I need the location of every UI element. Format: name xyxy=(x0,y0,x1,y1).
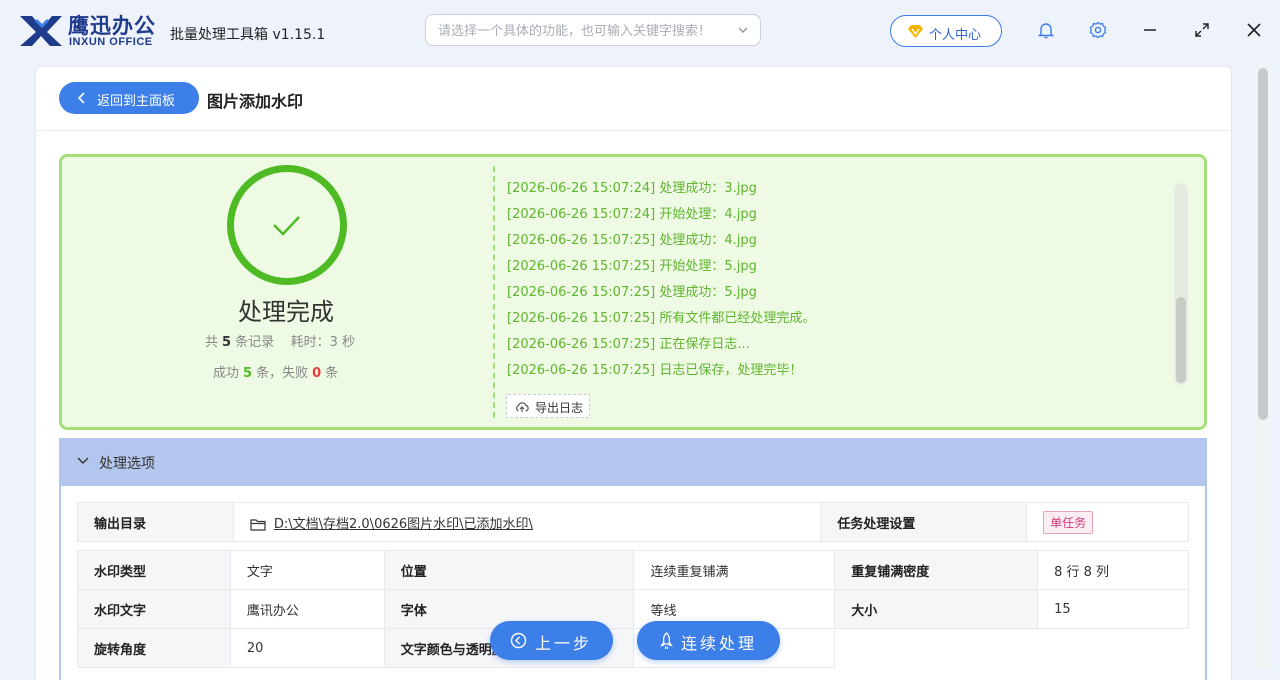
output-dir-label: 输出目录 xyxy=(77,502,234,542)
log-line: [2026-06-26 15:07:25] 处理成功：5.jpg xyxy=(507,285,757,300)
brand-subtitle: INXUN OFFICE xyxy=(69,36,153,48)
success-prefix: 成功 xyxy=(213,366,240,381)
settings-value: 15 xyxy=(1037,589,1189,629)
settings-key: 旋转角度 xyxy=(77,628,231,668)
settings-key: 水印类型 xyxy=(77,550,231,590)
log-line: [2026-06-26 15:07:25] 开始处理：5.jpg xyxy=(507,259,757,274)
settings-key: 大小 xyxy=(834,589,1039,629)
task-setting-cell: 单任务 xyxy=(1026,502,1189,542)
settings-value: 鹰讯办公 xyxy=(229,589,385,629)
record-summary: 共 5 条记录 耗时：3 秒 xyxy=(205,331,355,350)
search-input[interactable] xyxy=(438,21,728,41)
result-divider xyxy=(493,166,495,418)
task-mode-badge: 单任务 xyxy=(1043,510,1094,534)
search-box[interactable] xyxy=(425,14,761,46)
back-label: 返回到主面板 xyxy=(97,94,176,109)
previous-step-button[interactable]: 上一步 xyxy=(490,621,613,660)
user-center-label: 个人中心 xyxy=(929,28,982,43)
back-to-main-button[interactable]: 返回到主面板 xyxy=(59,82,199,114)
output-dir-cell: D:\文档\存档2.0\0626图片水印\已添加水印\ xyxy=(232,502,822,542)
settings-value: 连续重复铺满 xyxy=(633,550,836,590)
log-list: [2026-06-26 15:07:24] 处理成功：3.jpg [2026-0… xyxy=(507,179,1167,387)
task-setting-label: 任务处理设置 xyxy=(820,502,1028,542)
settings-key: 重复铺满密度 xyxy=(834,550,1039,590)
folder-icon xyxy=(250,518,266,531)
log-line: [2026-06-26 15:07:24] 开始处理：4.jpg xyxy=(507,207,757,222)
table-row: 水印文字 鹰讯办公 字体 等线 大小 15 xyxy=(77,589,1189,629)
log-scrollbar[interactable] xyxy=(1174,183,1188,385)
output-dir-link[interactable]: D:\文档\存档2.0\0626图片水印\已添加水印\ xyxy=(274,517,533,532)
table-row: 输出目录 D:\文档\存档2.0\0626图片水印\已添加水印\ 任务处理设置 … xyxy=(77,502,1189,542)
output-settings-table: 输出目录 D:\文档\存档2.0\0626图片水印\已添加水印\ 任务处理设置 … xyxy=(77,502,1189,542)
status-text: 处理完成 xyxy=(238,298,334,326)
minimize-icon[interactable] xyxy=(1140,20,1160,40)
export-log-label: 导出日志 xyxy=(535,401,584,415)
log-line: [2026-06-26 15:07:24] 处理成功：3.jpg xyxy=(507,181,757,196)
continue-processing-button[interactable]: 连续处理 xyxy=(637,621,780,660)
page-title: 图片添加水印 xyxy=(207,92,304,111)
header-divider xyxy=(36,130,1231,131)
log-scrollbar-thumb[interactable] xyxy=(1176,297,1186,383)
diamond-icon xyxy=(908,25,923,38)
settings-value: 8 行 8 列 xyxy=(1037,550,1189,590)
log-line: [2026-06-26 15:07:25] 正在保存日志... xyxy=(507,337,750,352)
title-bar: 鹰迅办公 INXUN OFFICE 批量处理工具箱 v1.15.1 个人中心 xyxy=(0,0,1280,60)
chevron-left-icon xyxy=(77,92,85,104)
clock-back-icon xyxy=(510,632,527,649)
chevron-down-icon xyxy=(77,457,89,464)
settings-key xyxy=(835,629,1038,668)
page-scrollbar-thumb[interactable] xyxy=(1258,68,1268,420)
settings-value: 20 xyxy=(229,628,385,668)
app-logo-icon xyxy=(20,16,62,46)
rocket-icon xyxy=(660,632,673,649)
total-count: 5 xyxy=(222,335,232,350)
table-row: 旋转角度 20 文字颜色与透明度 xyxy=(77,628,1189,668)
options-section-label: 处理选项 xyxy=(99,456,155,472)
gear-icon[interactable] xyxy=(1088,20,1108,40)
watermark-settings-table: 水印类型 文字 位置 连续重复铺满 重复铺满密度 8 行 8 列 水印文字 鹰讯… xyxy=(77,550,1189,668)
table-row: 水印类型 文字 位置 连续重复铺满 重复铺满密度 8 行 8 列 xyxy=(77,550,1189,590)
log-line: [2026-06-26 15:07:25] 处理成功：4.jpg xyxy=(507,233,757,248)
previous-step-label: 上一步 xyxy=(535,634,593,653)
cloud-upload-icon xyxy=(516,402,529,412)
chevron-down-icon[interactable] xyxy=(736,23,750,37)
settings-key: 位置 xyxy=(383,550,635,590)
export-log-button[interactable]: 导出日志 xyxy=(506,394,590,418)
user-center-button[interactable]: 个人中心 xyxy=(890,15,1002,47)
close-icon[interactable] xyxy=(1244,20,1264,40)
success-suffix: 条，失败 xyxy=(256,366,309,381)
maximize-icon[interactable] xyxy=(1192,20,1212,40)
elapsed-time: 耗时：3 秒 xyxy=(290,335,356,350)
fail-count: 0 xyxy=(312,366,322,381)
continue-processing-label: 连续处理 xyxy=(681,634,758,653)
options-section-header[interactable]: 处理选项 xyxy=(59,438,1207,486)
bell-icon[interactable] xyxy=(1036,20,1056,40)
settings-value xyxy=(1038,629,1189,668)
success-fail-summary: 成功 5 条，失败 0 条 xyxy=(213,362,338,381)
total-prefix: 共 xyxy=(205,335,219,350)
fail-suffix: 条 xyxy=(325,366,339,381)
settings-key: 水印文字 xyxy=(77,589,231,629)
total-suffix: 条记录 xyxy=(235,335,275,350)
success-count: 5 xyxy=(243,366,253,381)
log-line: [2026-06-26 15:07:25] 日志已保存，处理完毕！ xyxy=(507,363,803,378)
success-ring xyxy=(227,165,347,285)
log-line: [2026-06-26 15:07:25] 所有文件都已经处理完成。 xyxy=(507,311,816,326)
settings-value: 文字 xyxy=(229,550,385,590)
check-icon xyxy=(273,216,300,236)
app-title: 批量处理工具箱 v1.15.1 xyxy=(170,27,326,43)
page-scrollbar[interactable] xyxy=(1256,66,1270,670)
